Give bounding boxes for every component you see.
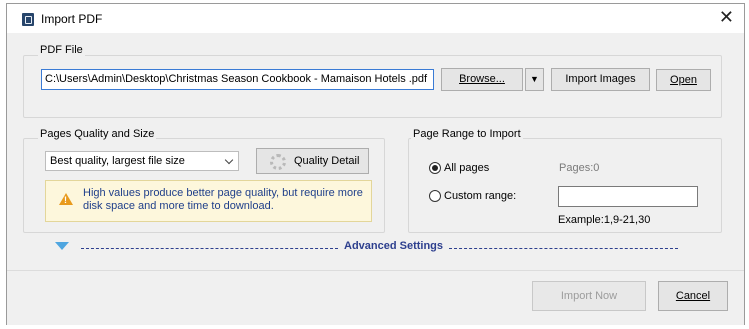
custom-range-radio[interactable] xyxy=(429,190,441,202)
open-button[interactable]: Open xyxy=(656,69,711,91)
page-range-group-label: Page Range to Import xyxy=(411,128,523,140)
pdf-app-icon xyxy=(22,13,34,26)
title-bar: Import PDF ✕ xyxy=(7,4,744,33)
range-example-text: Example:1,9-21,30 xyxy=(558,214,651,226)
browse-button-label: Browse... xyxy=(459,73,505,85)
advanced-divider-right xyxy=(449,248,678,249)
open-button-label: Open xyxy=(670,74,697,86)
window-title: Import PDF xyxy=(41,12,103,26)
advanced-settings-toggle[interactable]: Advanced Settings xyxy=(344,240,443,252)
chevron-down-icon xyxy=(224,155,234,165)
advanced-divider-left xyxy=(81,248,338,249)
cancel-button-label: Cancel xyxy=(675,290,711,302)
import-images-button-label: Import Images xyxy=(565,73,636,85)
expand-triangle-icon[interactable] xyxy=(55,242,69,250)
warning-icon: ! xyxy=(59,193,73,205)
gear-icon xyxy=(270,154,286,170)
quality-detail-button[interactable]: Quality Detail xyxy=(256,148,369,174)
import-pdf-dialog: Import PDF ✕ PDF File C:\Users\Admin\Des… xyxy=(6,3,745,325)
pages-count: Pages:0 xyxy=(559,162,600,174)
all-pages-radio[interactable] xyxy=(429,162,441,174)
quality-warning-box: ! High values produce better page qualit… xyxy=(45,180,372,222)
browse-button[interactable]: Browse... xyxy=(441,68,523,91)
custom-range-input[interactable] xyxy=(558,186,698,207)
import-now-button[interactable]: Import Now xyxy=(532,281,646,311)
chevron-down-icon: ▼ xyxy=(530,74,539,84)
all-pages-label[interactable]: All pages xyxy=(444,162,489,174)
quality-warning-text: High values produce better page quality,… xyxy=(83,187,363,212)
pdf-file-group-label: PDF File xyxy=(38,44,85,56)
close-icon[interactable]: ✕ xyxy=(719,8,734,26)
custom-range-label[interactable]: Custom range: xyxy=(444,190,516,202)
quality-group-label: Pages Quality and Size xyxy=(38,128,157,140)
import-images-button[interactable]: Import Images xyxy=(551,68,650,91)
cancel-button[interactable]: Cancel xyxy=(658,281,728,311)
quality-select-value: Best quality, largest file size xyxy=(50,155,185,167)
quality-select[interactable]: Best quality, largest file size xyxy=(45,151,239,171)
import-now-button-label: Import Now xyxy=(560,290,618,302)
quality-detail-button-label: Quality Detail xyxy=(294,155,360,167)
pdf-path-input[interactable]: C:\Users\Admin\Desktop\Christmas Season … xyxy=(41,69,434,90)
browse-dropdown-button[interactable]: ▼ xyxy=(525,68,544,91)
